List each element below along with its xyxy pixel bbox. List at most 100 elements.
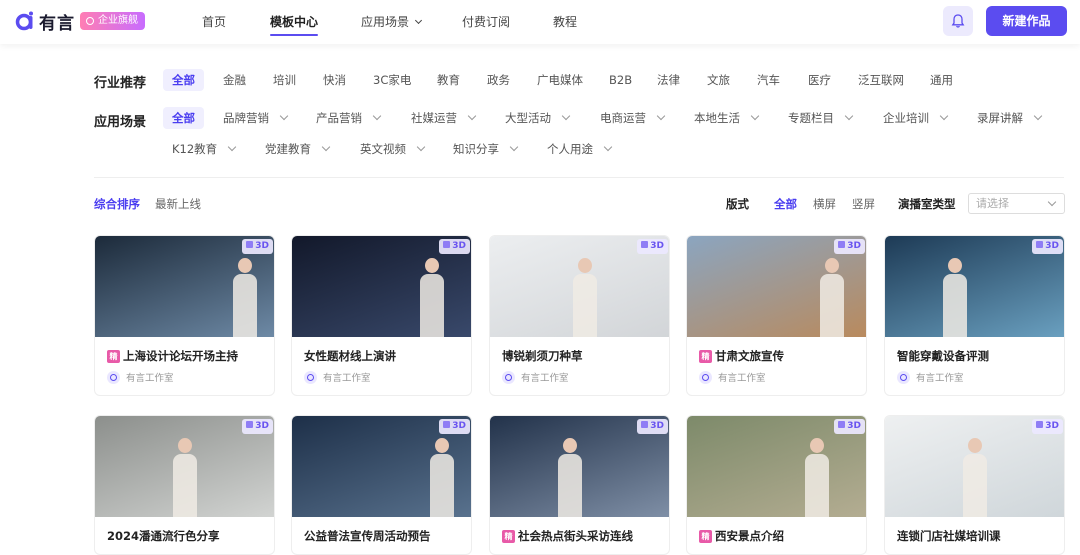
logo-text: 有言 [39, 13, 75, 34]
industry-chip[interactable]: 泛互联网 [858, 69, 904, 91]
cube-icon [641, 241, 649, 248]
scene-chip[interactable]: 品牌营销 [223, 107, 289, 129]
scene-chip[interactable]: 个人用途 [547, 138, 613, 160]
cube-icon [838, 421, 846, 428]
industry-chip[interactable]: B2B [609, 69, 632, 91]
layout-all[interactable]: 全部 [774, 196, 797, 212]
industry-chip[interactable]: 政务 [487, 69, 510, 91]
layout-portrait[interactable]: 竖屏 [852, 196, 875, 212]
template-title[interactable]: 女性题材线上演讲 [304, 348, 396, 364]
industry-chip[interactable]: 培训 [273, 69, 296, 91]
nav-templates[interactable]: 模板中心 [270, 13, 319, 36]
template-thumbnail[interactable]: 3D [490, 236, 669, 337]
cube-icon [246, 421, 254, 428]
chevron-down-icon [656, 111, 666, 121]
industry-chip-label: 泛互联网 [858, 73, 904, 87]
industry-chip[interactable]: 全部 [163, 69, 204, 91]
sort-comprehensive[interactable]: 综合排序 [94, 196, 140, 212]
scene-chip[interactable]: 全部 [163, 107, 204, 129]
industry-chip[interactable]: 快消 [323, 69, 346, 91]
template-title-text: 上海设计论坛开场主持 [123, 349, 238, 363]
industry-chip[interactable]: 法律 [657, 69, 680, 91]
scene-chip-label: 英文视频 [360, 142, 406, 156]
template-title[interactable]: 公益普法宣传周活动预告 [304, 528, 431, 544]
industry-chip[interactable]: 广电媒体 [537, 69, 583, 91]
industry-filter-label: 行业推荐 [94, 76, 147, 91]
template-card[interactable]: 3D 博锐剃须刀种草 有言工作室 [489, 235, 670, 396]
industry-chip[interactable]: 医疗 [808, 69, 831, 91]
template-title[interactable]: 精西安景点介绍 [699, 528, 784, 544]
notification-button[interactable] [943, 6, 973, 36]
layout-landscape[interactable]: 横屏 [813, 196, 836, 212]
template-title[interactable]: 博锐剃须刀种草 [502, 348, 583, 364]
template-thumbnail[interactable]: 3D [95, 416, 274, 517]
studio-type-select[interactable]: 请选择 [968, 193, 1065, 214]
template-card[interactable]: 3D 女性题材线上演讲 有言工作室 [291, 235, 472, 396]
template-title[interactable]: 连锁门店社媒培训课 [897, 528, 1001, 544]
template-card[interactable]: 3D 精上海设计论坛开场主持 有言工作室 [94, 235, 275, 396]
industry-chip[interactable]: 通用 [930, 69, 953, 91]
industry-chip-label: 汽车 [757, 73, 780, 87]
scene-chip-label: K12教育 [172, 142, 218, 156]
template-thumbnail[interactable]: 3D [95, 236, 274, 337]
scene-chip-label: 党建教育 [265, 142, 311, 156]
template-card[interactable]: 3D 精社会热点街头采访连线 [489, 415, 670, 555]
template-title[interactable]: 精甘肃文旅宣传 [699, 348, 784, 364]
template-author: 有言工作室 [502, 370, 569, 384]
template-title[interactable]: 智能穿戴设备评测 [897, 348, 989, 364]
scene-chip[interactable]: 大型活动 [505, 107, 571, 129]
scene-chip[interactable]: 社媒运营 [411, 107, 477, 129]
nav-scenes[interactable]: 应用场景 [361, 13, 422, 30]
template-thumbnail[interactable]: 3D [885, 416, 1064, 517]
template-card[interactable]: 3D 公益普法宣传周活动预告 [291, 415, 472, 555]
template-card[interactable]: 3D 精西安景点介绍 [686, 415, 867, 555]
badge-3d: 3D [1032, 239, 1063, 254]
industry-chip[interactable]: 汽车 [757, 69, 780, 91]
scene-chip[interactable]: 本地生活 [694, 107, 760, 129]
template-thumbnail[interactable]: 3D [490, 416, 669, 517]
template-thumbnail[interactable]: 3D [687, 236, 866, 337]
template-card[interactable]: 3D 智能穿戴设备评测有言工作室 [884, 235, 1065, 396]
scene-chip[interactable]: 产品营销 [316, 107, 382, 129]
industry-chip[interactable]: 金融 [223, 69, 246, 91]
chevron-down-icon [844, 111, 854, 121]
industry-chip-label: 通用 [930, 73, 953, 87]
author-name: 有言工作室 [916, 373, 964, 384]
presenter-figure [420, 258, 444, 337]
scene-chip[interactable]: K12教育 [172, 138, 237, 160]
studio-type-label: 演播室类型 [898, 197, 956, 211]
industry-chip[interactable]: 文旅 [707, 69, 730, 91]
nav-home[interactable]: 首页 [202, 13, 226, 30]
cube-icon [838, 241, 846, 248]
scene-chip[interactable]: 党建教育 [265, 138, 331, 160]
chevron-down-icon [467, 111, 477, 121]
logo-icon [15, 11, 33, 31]
template-title[interactable]: 精上海设计论坛开场主持 [107, 348, 238, 364]
sort-latest[interactable]: 最新上线 [155, 196, 201, 212]
template-card[interactable]: 3D 精甘肃文旅宣传 有言工作室 [686, 235, 867, 396]
logo[interactable]: 有言 [14, 8, 75, 34]
scene-chip[interactable]: 英文视频 [360, 138, 426, 160]
nav-subscription[interactable]: 付费订阅 [462, 13, 510, 30]
template-thumbnail[interactable]: 3D [687, 416, 866, 517]
template-title[interactable]: 2024潘通流行色分享 [107, 528, 220, 544]
presenter-figure [430, 438, 454, 517]
template-thumbnail[interactable]: 3D [885, 236, 1064, 337]
template-thumbnail[interactable]: 3D [292, 416, 471, 517]
nav-tutorial[interactable]: 教程 [553, 13, 577, 30]
chevron-down-icon [372, 111, 382, 121]
template-card[interactable]: 3D 2024潘通流行色分享 [94, 415, 275, 555]
template-thumbnail[interactable]: 3D [292, 236, 471, 337]
scene-chip[interactable]: 录屏讲解 [977, 107, 1043, 129]
scene-chip[interactable]: 知识分享 [453, 138, 519, 160]
badge-3d-label: 3D [650, 421, 664, 431]
scene-chip[interactable]: 电商运营 [600, 107, 666, 129]
industry-chip[interactable]: 教育 [437, 69, 460, 91]
scene-chip[interactable]: 企业培训 [883, 107, 949, 129]
new-work-button[interactable]: 新建作品 [986, 6, 1067, 36]
scene-chip[interactable]: 专题栏目 [788, 107, 854, 129]
scene-filter-label: 应用场景 [94, 115, 147, 130]
template-title[interactable]: 精社会热点街头采访连线 [502, 528, 633, 544]
industry-chip[interactable]: 3C家电 [373, 69, 411, 91]
template-card[interactable]: 3D 连锁门店社媒培训课 [884, 415, 1065, 555]
